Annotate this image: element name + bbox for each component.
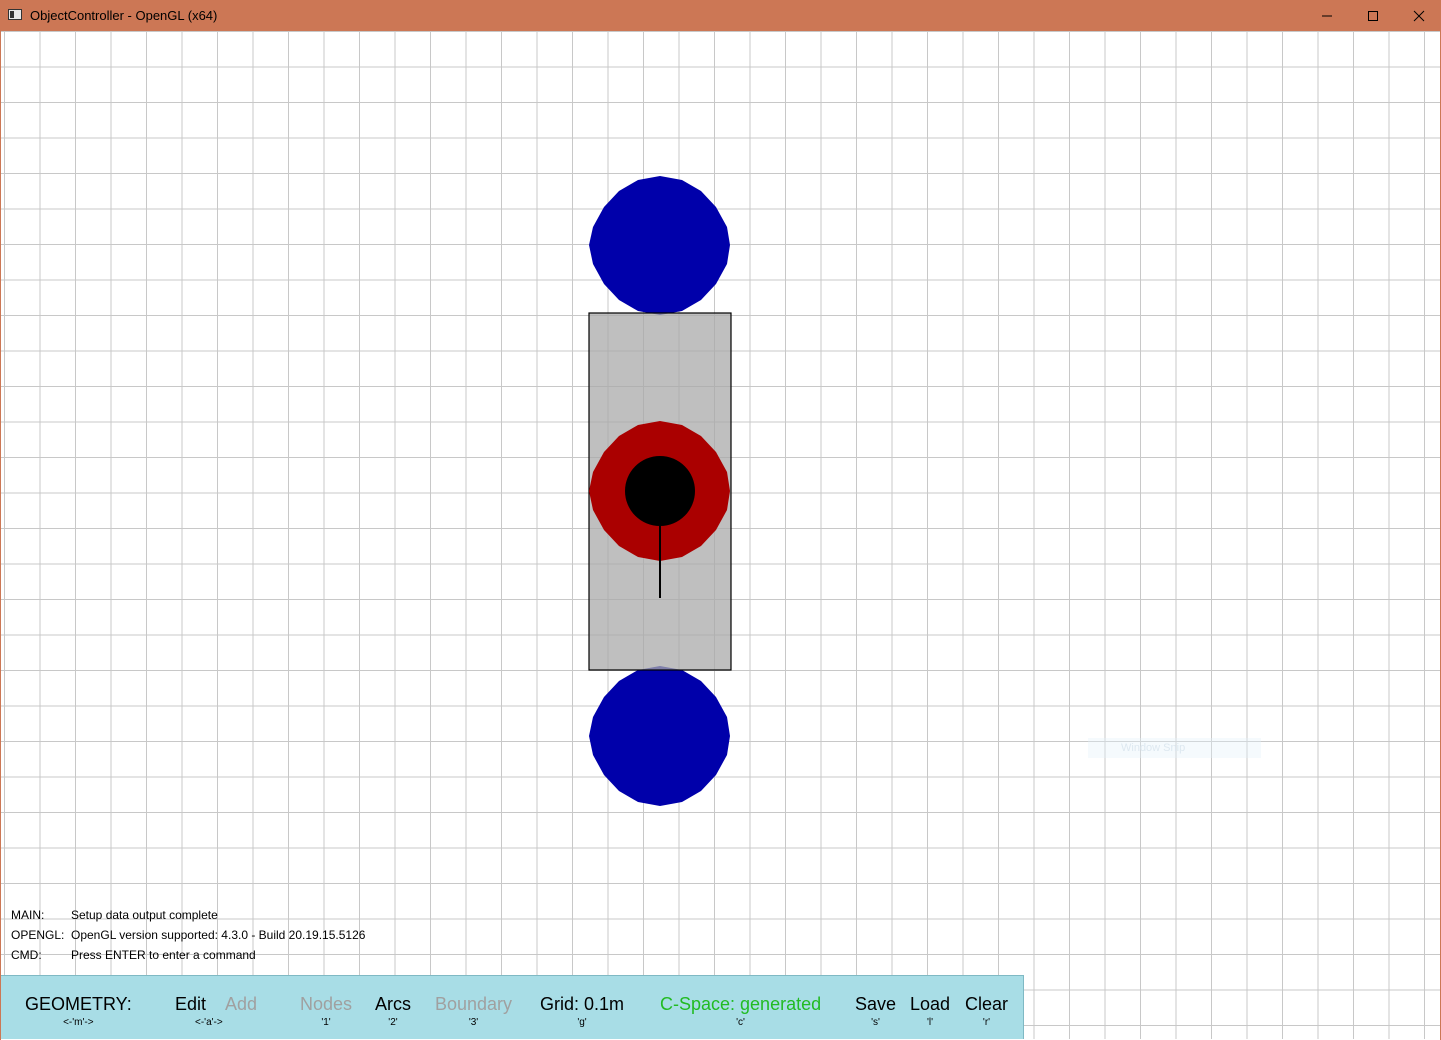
clear-button[interactable]: Clear 'r' bbox=[965, 994, 1008, 1029]
maximize-icon bbox=[1368, 11, 1378, 22]
nodes-key-hint: '1' bbox=[321, 1017, 331, 1028]
mode-toolbar: GEOMETRY: <-'m'-> Edit Add <-'a'-> Nodes… bbox=[1, 975, 1024, 1039]
boundary-key-hint: '3' bbox=[468, 1017, 479, 1028]
load-label: Load bbox=[910, 994, 951, 1014]
top-wheel[interactable] bbox=[589, 176, 730, 315]
cspace-key-hint: 'c' bbox=[736, 1017, 745, 1028]
console-message: Press ENTER to enter a command bbox=[71, 948, 256, 962]
arcs-button[interactable]: Arcs '2' bbox=[375, 994, 411, 1029]
boundary-button[interactable]: Boundary '3' bbox=[435, 994, 512, 1029]
grid-key-hint: 'g' bbox=[577, 1017, 587, 1028]
arcs-label: Arcs bbox=[375, 994, 411, 1014]
arcs-key-hint: '2' bbox=[388, 1017, 398, 1028]
robot-core[interactable] bbox=[625, 456, 695, 526]
edit-add-key-hint: <-'a'-> bbox=[195, 1017, 223, 1029]
grid-label: Grid: 0.1m bbox=[540, 994, 625, 1014]
save-key-hint: 's' bbox=[871, 1017, 880, 1028]
nodes-label: Nodes bbox=[300, 994, 353, 1014]
minimize-button[interactable] bbox=[1304, 0, 1350, 31]
maximize-button[interactable] bbox=[1350, 0, 1396, 31]
bottom-wheel[interactable] bbox=[589, 666, 730, 806]
close-button[interactable] bbox=[1396, 0, 1441, 31]
save-button[interactable]: Save 's' bbox=[855, 994, 896, 1029]
window-title: ObjectController - OpenGL (x64) bbox=[30, 8, 218, 23]
add-button[interactable]: Add bbox=[225, 994, 257, 1014]
mode-key-hint: <-'m'-> bbox=[63, 1017, 94, 1028]
edit-button[interactable]: Edit bbox=[175, 994, 206, 1014]
edit-label: Edit bbox=[175, 994, 207, 1014]
boundary-label: Boundary bbox=[435, 994, 513, 1014]
minimize-icon bbox=[1322, 15, 1332, 17]
clear-label: Clear bbox=[965, 994, 1009, 1014]
load-key-hint: 'l' bbox=[927, 1017, 934, 1028]
console-tag: CMD: bbox=[11, 948, 42, 962]
console-message: OpenGL version supported: 4.3.0 - Build … bbox=[71, 928, 366, 942]
console-tag: OPENGL: bbox=[11, 928, 65, 942]
nodes-button[interactable]: Nodes '1' bbox=[300, 994, 352, 1029]
title-bar[interactable]: ObjectController - OpenGL (x64) bbox=[0, 0, 1441, 31]
close-icon bbox=[1413, 10, 1425, 22]
cspace-label: C-Space: generated bbox=[660, 994, 822, 1014]
grid-button[interactable]: Grid: 0.1m 'g' bbox=[540, 994, 624, 1029]
opengl-canvas[interactable] bbox=[1, 31, 1440, 1039]
save-label: Save bbox=[855, 994, 897, 1014]
cspace-button[interactable]: C-Space: generated 'c' bbox=[660, 994, 821, 1029]
mode-label: GEOMETRY: bbox=[25, 994, 132, 1014]
window-snip-overlay: Window Snip bbox=[1088, 738, 1261, 758]
clear-key-hint: 'r' bbox=[982, 1017, 991, 1028]
geometry-mode-button[interactable]: GEOMETRY: <-'m'-> bbox=[25, 994, 132, 1029]
load-button[interactable]: Load 'l' bbox=[910, 994, 950, 1029]
scene[interactable] bbox=[1, 31, 1440, 1039]
console-message: Setup data output complete bbox=[71, 908, 218, 922]
app-icon[interactable] bbox=[8, 9, 22, 20]
edit-add-key: <-'a'-> bbox=[195, 1017, 223, 1028]
console-tag: MAIN: bbox=[11, 908, 45, 922]
add-label: Add bbox=[225, 994, 258, 1014]
